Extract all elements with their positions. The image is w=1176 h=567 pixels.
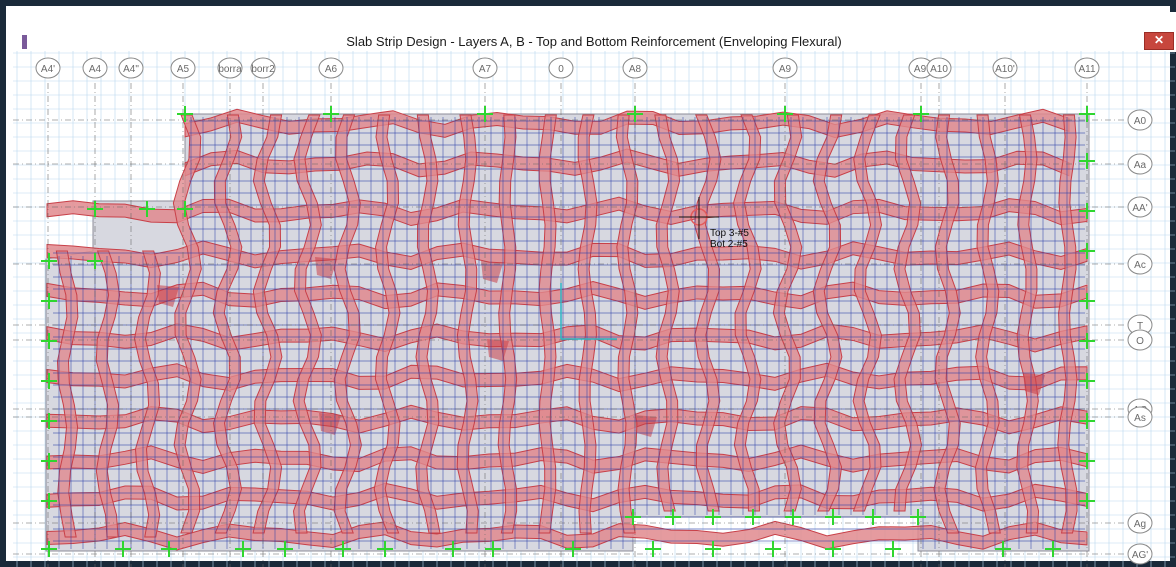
window-frame: Slab Strip Design - Layers A, B - Top an… (0, 0, 1176, 567)
grid-label-y: A0 (1134, 116, 1147, 127)
grid-label-y: AG' (1132, 550, 1148, 561)
grid-bubbles-x: A4' A4 A4" A5 borra borr2 A6 A7 0 A8 A9 A9' A10 A10' A… (35, 57, 1100, 79)
grid-label-x: A4" (123, 64, 139, 75)
tooltip-top: Top 3-#5 (710, 228, 749, 239)
grid-label-x: borra (218, 64, 242, 75)
grid-label-y: As (1134, 413, 1146, 424)
grid-label-x: A9 (779, 64, 792, 75)
grid-label-x: A9' (914, 64, 928, 75)
grid-label-x: A6 (325, 64, 338, 75)
window-title: Slab Strip Design - Layers A, B - Top an… (346, 34, 842, 49)
grid-label-x: A10' (995, 64, 1015, 75)
grid-label-y: AA' (1132, 203, 1147, 214)
grid-label-x: A7 (479, 64, 492, 75)
grid-label-x: A5 (177, 64, 190, 75)
grid-label-x: borr2 (251, 64, 275, 75)
grid-label-y: Aa (1134, 160, 1147, 171)
grid-bubbles-y: A0AaAA'AcTOACAsAgAG' (1127, 109, 1153, 565)
grid-label-x: A4 (89, 64, 102, 75)
close-button[interactable]: ✕ (1144, 32, 1174, 50)
model-canvas[interactable]: A4' A4 A4" A5 borra borr2 A6 A7 0 A8 A9 A9' A10 A10' A… (13, 51, 1175, 567)
grid-label-y: Ag (1134, 519, 1146, 530)
grid-label-x: A8 (629, 64, 642, 75)
grid-label-x: A11 (1078, 64, 1095, 75)
model-view[interactable]: A4' A4 A4" A5 borra borr2 A6 A7 0 A8 A9 A9' A10 A10' A… (13, 51, 1175, 567)
title-bar: Slab Strip Design - Layers A, B - Top an… (12, 12, 1176, 52)
grid-label-x: 0 (558, 64, 564, 75)
tooltip-bottom: Bot 2-#5 (710, 239, 748, 250)
grid-label-x: A10 (930, 64, 948, 75)
grid-label-y: Ac (1134, 260, 1146, 271)
grid-label-x: A4' (41, 64, 55, 75)
grid-label-y: O (1136, 336, 1144, 347)
